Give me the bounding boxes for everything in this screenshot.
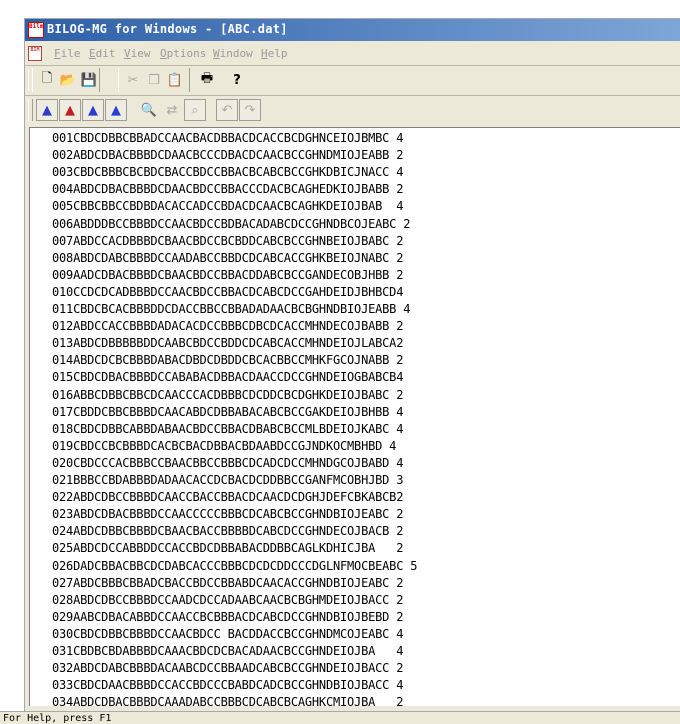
menu-file[interactable]: File xyxy=(54,47,81,60)
find-next-icon[interactable]: ⌕ xyxy=(184,99,206,121)
toolbar-divider xyxy=(25,65,680,66)
data-line[interactable]: 033CBDCDAACBBBDCCACCBDCCCBABDCADCBCCGHND… xyxy=(52,677,403,694)
data-line[interactable]: 034ABDCDBACBBBDCAAADABCCBBBCDCABCBCAGHKC… xyxy=(52,694,403,706)
data-line[interactable]: 026DADCBBACBBCDCDABCACCCBBBCDCDCDDCCCDGL… xyxy=(52,558,417,575)
standard-toolbar: 🗋 📂 💾 ✂ ❐ 📋 🖶 ? xyxy=(28,67,248,93)
data-line[interactable]: 006ABDDDBCCBBBDCCAACBDCCBDBACADABCDCCGHN… xyxy=(52,216,410,233)
menu-help[interactable]: Help xyxy=(261,47,288,60)
data-line[interactable]: 020CBDCCCACBBBCCBAACBBCCBBBCDCADCDCCMHND… xyxy=(52,455,403,472)
data-line[interactable]: 030CBDCDBBCBBBDCCAACBDCC BACDDACCBCCGHND… xyxy=(52,626,403,643)
data-line[interactable]: 004ABDCDBACBBBDCDAACBDCCBBACCCDACBCAGHED… xyxy=(52,181,403,198)
status-text: For Help, press F1 xyxy=(3,713,112,724)
find-replace-icon[interactable]: ⇄ xyxy=(161,99,183,121)
data-line[interactable]: 003CBDCBBBCBCBDCBACCBDCCBBACBCABCBCCGHKD… xyxy=(52,164,403,181)
menu-bar: BIM File Edit View Options Window Help xyxy=(25,43,680,63)
window-title: BILOG-MG for Windows - [ABC.dat] xyxy=(47,22,288,36)
data-line[interactable]: 031CBDBCBDABBBDCAAACBDCDCBACADAACBCCGHND… xyxy=(52,643,403,660)
data-line[interactable]: 017CBDDCBBCBBBDCAACABDCDBBABACABCBCCGAKD… xyxy=(52,404,403,421)
data-line[interactable]: 016ABBCDBBCBBCDCAACCCACDBBBCDCDDCBCDGHKD… xyxy=(52,387,403,404)
menu-window[interactable]: Window xyxy=(213,47,253,60)
save-icon[interactable]: 💾 xyxy=(78,69,100,91)
status-bar: For Help, press F1 xyxy=(0,711,680,724)
data-line[interactable]: 010CCDCDCADBBBDCCAACBDCCBBACDCABCDCCGAHD… xyxy=(52,284,403,301)
data-line[interactable]: 014ABDCDCBCBBBDABACDBDCDBDDCBCACBBCCMHKF… xyxy=(52,352,403,369)
data-line[interactable]: 013ABDCDBBBBBDDCAABCBDCCBDDCDCABCACCMHND… xyxy=(52,335,403,352)
toolbar-divider-2 xyxy=(25,95,680,96)
data-line[interactable]: 025ABDCDCCABBDDCCACCBDCDBBABACDDBBCAGLKD… xyxy=(52,540,403,557)
run-all-icon[interactable]: ▲ xyxy=(105,99,127,121)
title-bar[interactable]: Bilm BILOG-MG for Windows - [ABC.dat] xyxy=(25,19,680,41)
data-line[interactable]: 021BBBCCBDABBBDADAACACCDCBACDCDDBBCCGANF… xyxy=(52,472,403,489)
data-line[interactable]: 018CBDCDBBCABBDABAACBDCCBBACDBABCBCCMLBD… xyxy=(52,421,403,438)
data-line[interactable]: 032ABDCDABCBBBDACAABCDCCBBAADCABCBCCGHND… xyxy=(52,660,403,677)
menu-options[interactable]: Options xyxy=(160,47,206,60)
data-line[interactable]: 019CBDCCBCBBBDCACBCBACDBBACBDAABDCCGJNDK… xyxy=(52,438,396,455)
menu-view[interactable]: View xyxy=(124,47,151,60)
copy-icon[interactable]: ❐ xyxy=(143,69,165,91)
paste-icon[interactable]: 📋 xyxy=(164,69,186,91)
help-icon[interactable]: ? xyxy=(226,69,248,91)
data-line[interactable]: 011CBDCBCACBBBDDCDACCBBCCBBADADAACBCBGHN… xyxy=(52,301,410,318)
cut-icon[interactable]: ✂ xyxy=(122,69,144,91)
run-phase1-icon[interactable]: ▲ xyxy=(36,99,58,121)
data-text-area[interactable]: 001CBDCDBBCBBADCCAACBACDBBACDCACCBCDGHNC… xyxy=(29,127,680,706)
data-line[interactable]: 024ABDCDBBCBBBDCBAACBACCBBBBDCABCDCCGHND… xyxy=(52,523,403,540)
app-window: Bilm BILOG-MG for Windows - [ABC.dat] BI… xyxy=(24,18,680,713)
redo-icon[interactable]: ↷ xyxy=(239,99,261,121)
print-icon[interactable]: 🖶 xyxy=(196,69,218,91)
run-toolbar: ▲ ▲ ▲ ▲ 🔍 ⇄ ⌕ ↶ ↷ xyxy=(28,97,268,123)
data-line[interactable]: 007ABDCCACDBBBDCBAACBDCCBCBDDCABCBCCGHNB… xyxy=(52,233,403,250)
data-line[interactable]: 012ABDCCACCBBBDADACACDCCBBBCDBCDCACCMHND… xyxy=(52,318,403,335)
data-line[interactable]: 002ABDCDBACBBBDCDAACBCCCDBACDCAACBCCGHND… xyxy=(52,147,403,164)
menu-edit[interactable]: Edit xyxy=(89,47,116,60)
new-file-icon[interactable]: 🗋 xyxy=(36,69,58,91)
data-line[interactable]: 029AABCDBACABBDCCAACCBCBBBACDCABCDCCGHND… xyxy=(52,609,403,626)
undo-icon[interactable]: ↶ xyxy=(216,99,238,121)
run-phase2-icon[interactable]: ▲ xyxy=(59,99,81,121)
app-icon[interactable]: Bilm xyxy=(28,22,44,38)
data-line[interactable]: 008ABDCDABCBBBDCCAADABCCBBDCDCABCACCGHKB… xyxy=(52,250,403,267)
data-line[interactable]: 005CBBCBBCCBDBDACACCADCCBDACDCAACBCAGHKD… xyxy=(52,198,403,215)
data-line[interactable]: 015CBDCDBACBBBDCCABABACDBBACDAACCDCCGHND… xyxy=(52,369,403,386)
desktop-background: Bilm BILOG-MG for Windows - [ABC.dat] BI… xyxy=(0,0,680,724)
data-line[interactable]: 027ABDCBBBCBBADCBACCBDCCBBABDCAACACCGHND… xyxy=(52,575,403,592)
toolbar-grip-2[interactable] xyxy=(28,99,33,121)
open-folder-icon[interactable]: 📂 xyxy=(57,69,79,91)
document-icon[interactable]: BIM xyxy=(28,46,42,61)
data-line[interactable]: 023ABDCDBACBBBDCCAACCCCCBBBCDCABCBCCGHND… xyxy=(52,506,403,523)
run-phase3-icon[interactable]: ▲ xyxy=(82,99,104,121)
data-line[interactable]: 022ABDCDBCCBBBDCAACCBACCBBACDCAACDCDGHJD… xyxy=(52,489,403,506)
data-line[interactable]: 001CBDCDBBCBBADCCAACBACDBBACDCACCBCDGHNC… xyxy=(52,130,403,147)
data-line[interactable]: 009AADCDBACBBBDCBAACBDCCBBACDDABCBCCGAND… xyxy=(52,267,403,284)
data-line[interactable]: 028ABDCDBCCBBBDCCAADCDCCADAABCAACBCBGHMD… xyxy=(52,592,403,609)
find-icon[interactable]: 🔍 xyxy=(138,99,160,121)
